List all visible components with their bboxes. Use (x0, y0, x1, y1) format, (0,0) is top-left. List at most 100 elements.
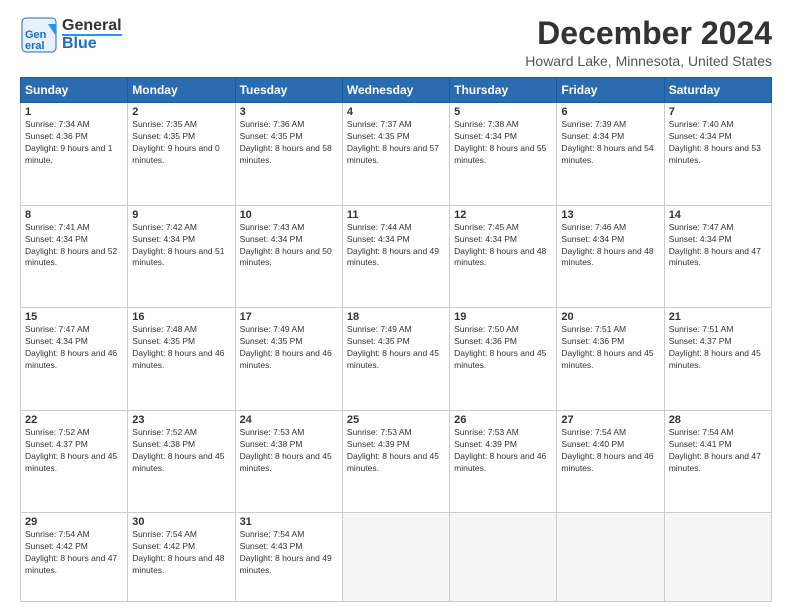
logo: Gen eral General Blue (20, 16, 122, 54)
calendar-cell: 25 Sunrise: 7:53 AM Sunset: 4:39 PM Dayl… (342, 410, 449, 513)
calendar-cell (557, 513, 664, 602)
calendar-header-monday: Monday (128, 78, 235, 103)
day-number: 25 (347, 414, 445, 426)
day-number: 2 (132, 106, 230, 118)
calendar-cell: 13 Sunrise: 7:46 AM Sunset: 4:34 PM Dayl… (557, 205, 664, 308)
day-info: Sunrise: 7:37 AM Sunset: 4:35 PM Dayligh… (347, 119, 445, 167)
day-info: Sunrise: 7:51 AM Sunset: 4:37 PM Dayligh… (669, 324, 767, 372)
calendar-cell (664, 513, 771, 602)
calendar-cell: 22 Sunrise: 7:52 AM Sunset: 4:37 PM Dayl… (21, 410, 128, 513)
calendar-cell: 29 Sunrise: 7:54 AM Sunset: 4:42 PM Dayl… (21, 513, 128, 602)
day-info: Sunrise: 7:49 AM Sunset: 4:35 PM Dayligh… (347, 324, 445, 372)
calendar-week-4: 22 Sunrise: 7:52 AM Sunset: 4:37 PM Dayl… (21, 410, 772, 513)
day-number: 12 (454, 209, 552, 221)
logo-blue-text: Blue (62, 34, 122, 52)
calendar-week-1: 1 Sunrise: 7:34 AM Sunset: 4:36 PM Dayli… (21, 103, 772, 206)
day-info: Sunrise: 7:43 AM Sunset: 4:34 PM Dayligh… (240, 222, 338, 270)
calendar-week-2: 8 Sunrise: 7:41 AM Sunset: 4:34 PM Dayli… (21, 205, 772, 308)
day-info: Sunrise: 7:47 AM Sunset: 4:34 PM Dayligh… (25, 324, 123, 372)
day-number: 17 (240, 311, 338, 323)
day-info: Sunrise: 7:40 AM Sunset: 4:34 PM Dayligh… (669, 119, 767, 167)
day-info: Sunrise: 7:54 AM Sunset: 4:40 PM Dayligh… (561, 427, 659, 475)
calendar-header-friday: Friday (557, 78, 664, 103)
calendar-cell: 9 Sunrise: 7:42 AM Sunset: 4:34 PM Dayli… (128, 205, 235, 308)
day-info: Sunrise: 7:39 AM Sunset: 4:34 PM Dayligh… (561, 119, 659, 167)
day-info: Sunrise: 7:45 AM Sunset: 4:34 PM Dayligh… (454, 222, 552, 270)
day-info: Sunrise: 7:41 AM Sunset: 4:34 PM Dayligh… (25, 222, 123, 270)
day-number: 30 (132, 516, 230, 528)
day-number: 6 (561, 106, 659, 118)
day-number: 10 (240, 209, 338, 221)
day-info: Sunrise: 7:54 AM Sunset: 4:42 PM Dayligh… (25, 529, 123, 577)
svg-text:eral: eral (25, 40, 45, 52)
title-section: December 2024 Howard Lake, Minnesota, Un… (525, 16, 772, 69)
day-info: Sunrise: 7:53 AM Sunset: 4:38 PM Dayligh… (240, 427, 338, 475)
calendar-header-tuesday: Tuesday (235, 78, 342, 103)
calendar-cell: 12 Sunrise: 7:45 AM Sunset: 4:34 PM Dayl… (450, 205, 557, 308)
main-title: December 2024 (525, 16, 772, 51)
day-number: 16 (132, 311, 230, 323)
day-info: Sunrise: 7:34 AM Sunset: 4:36 PM Dayligh… (25, 119, 123, 167)
logo-general-text: General (62, 18, 122, 34)
calendar-cell (450, 513, 557, 602)
day-info: Sunrise: 7:38 AM Sunset: 4:34 PM Dayligh… (454, 119, 552, 167)
calendar-cell: 6 Sunrise: 7:39 AM Sunset: 4:34 PM Dayli… (557, 103, 664, 206)
calendar-header-wednesday: Wednesday (342, 78, 449, 103)
calendar-cell (342, 513, 449, 602)
calendar-cell: 18 Sunrise: 7:49 AM Sunset: 4:35 PM Dayl… (342, 308, 449, 411)
calendar-week-3: 15 Sunrise: 7:47 AM Sunset: 4:34 PM Dayl… (21, 308, 772, 411)
day-info: Sunrise: 7:35 AM Sunset: 4:35 PM Dayligh… (132, 119, 230, 167)
calendar-cell: 26 Sunrise: 7:53 AM Sunset: 4:39 PM Dayl… (450, 410, 557, 513)
calendar-cell: 17 Sunrise: 7:49 AM Sunset: 4:35 PM Dayl… (235, 308, 342, 411)
calendar-cell: 21 Sunrise: 7:51 AM Sunset: 4:37 PM Dayl… (664, 308, 771, 411)
day-number: 4 (347, 106, 445, 118)
calendar-cell: 24 Sunrise: 7:53 AM Sunset: 4:38 PM Dayl… (235, 410, 342, 513)
day-info: Sunrise: 7:47 AM Sunset: 4:34 PM Dayligh… (669, 222, 767, 270)
day-info: Sunrise: 7:53 AM Sunset: 4:39 PM Dayligh… (454, 427, 552, 475)
day-info: Sunrise: 7:50 AM Sunset: 4:36 PM Dayligh… (454, 324, 552, 372)
calendar-cell: 27 Sunrise: 7:54 AM Sunset: 4:40 PM Dayl… (557, 410, 664, 513)
subtitle: Howard Lake, Minnesota, United States (525, 53, 772, 69)
day-info: Sunrise: 7:51 AM Sunset: 4:36 PM Dayligh… (561, 324, 659, 372)
calendar-cell: 5 Sunrise: 7:38 AM Sunset: 4:34 PM Dayli… (450, 103, 557, 206)
calendar-table: SundayMondayTuesdayWednesdayThursdayFrid… (20, 77, 772, 602)
calendar-header-sunday: Sunday (21, 78, 128, 103)
calendar-cell: 8 Sunrise: 7:41 AM Sunset: 4:34 PM Dayli… (21, 205, 128, 308)
day-info: Sunrise: 7:48 AM Sunset: 4:35 PM Dayligh… (132, 324, 230, 372)
calendar-cell: 23 Sunrise: 7:52 AM Sunset: 4:38 PM Dayl… (128, 410, 235, 513)
day-number: 28 (669, 414, 767, 426)
day-info: Sunrise: 7:53 AM Sunset: 4:39 PM Dayligh… (347, 427, 445, 475)
day-number: 29 (25, 516, 123, 528)
day-number: 7 (669, 106, 767, 118)
day-number: 27 (561, 414, 659, 426)
day-number: 26 (454, 414, 552, 426)
day-number: 9 (132, 209, 230, 221)
calendar-cell: 16 Sunrise: 7:48 AM Sunset: 4:35 PM Dayl… (128, 308, 235, 411)
day-number: 21 (669, 311, 767, 323)
page: Gen eral General Blue December 2024 Howa… (0, 0, 792, 612)
day-info: Sunrise: 7:49 AM Sunset: 4:35 PM Dayligh… (240, 324, 338, 372)
calendar-cell: 31 Sunrise: 7:54 AM Sunset: 4:43 PM Dayl… (235, 513, 342, 602)
calendar-header-saturday: Saturday (664, 78, 771, 103)
calendar-header-thursday: Thursday (450, 78, 557, 103)
day-number: 19 (454, 311, 552, 323)
calendar-cell: 11 Sunrise: 7:44 AM Sunset: 4:34 PM Dayl… (342, 205, 449, 308)
day-number: 13 (561, 209, 659, 221)
calendar-week-5: 29 Sunrise: 7:54 AM Sunset: 4:42 PM Dayl… (21, 513, 772, 602)
day-info: Sunrise: 7:52 AM Sunset: 4:37 PM Dayligh… (25, 427, 123, 475)
calendar-header-row: SundayMondayTuesdayWednesdayThursdayFrid… (21, 78, 772, 103)
day-number: 8 (25, 209, 123, 221)
calendar-cell: 14 Sunrise: 7:47 AM Sunset: 4:34 PM Dayl… (664, 205, 771, 308)
day-info: Sunrise: 7:42 AM Sunset: 4:34 PM Dayligh… (132, 222, 230, 270)
calendar-cell: 4 Sunrise: 7:37 AM Sunset: 4:35 PM Dayli… (342, 103, 449, 206)
day-info: Sunrise: 7:44 AM Sunset: 4:34 PM Dayligh… (347, 222, 445, 270)
logo-icon: Gen eral (20, 16, 58, 54)
header: Gen eral General Blue December 2024 Howa… (20, 16, 772, 69)
day-number: 1 (25, 106, 123, 118)
calendar-cell: 19 Sunrise: 7:50 AM Sunset: 4:36 PM Dayl… (450, 308, 557, 411)
day-number: 15 (25, 311, 123, 323)
calendar-cell: 28 Sunrise: 7:54 AM Sunset: 4:41 PM Dayl… (664, 410, 771, 513)
day-number: 22 (25, 414, 123, 426)
calendar-cell: 20 Sunrise: 7:51 AM Sunset: 4:36 PM Dayl… (557, 308, 664, 411)
day-info: Sunrise: 7:54 AM Sunset: 4:41 PM Dayligh… (669, 427, 767, 475)
